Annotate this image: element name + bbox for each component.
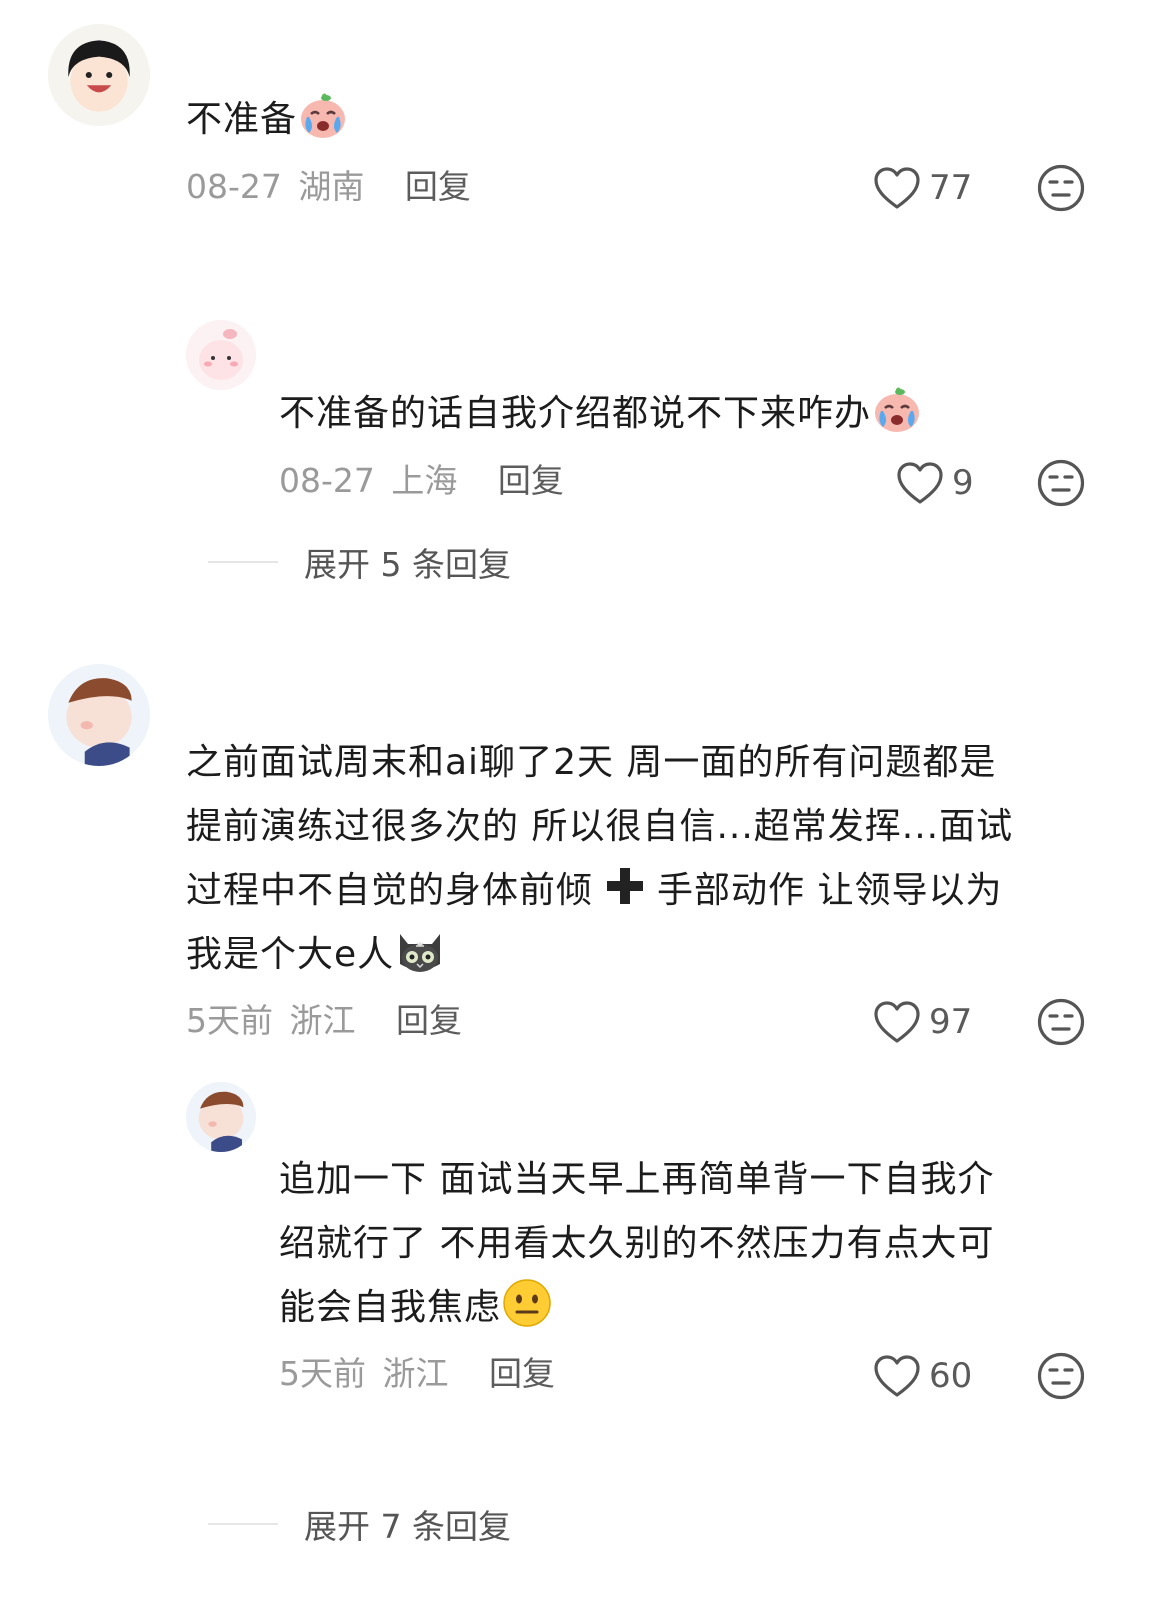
expand-replies-button[interactable]: 展开 7 条回复 xyxy=(208,1500,511,1548)
divider xyxy=(208,1523,278,1525)
like-button[interactable]: 97 xyxy=(873,1000,972,1044)
comment-meta: 5天前 浙江 回复 xyxy=(279,1354,555,1394)
neutral-face-emoji xyxy=(501,1277,553,1329)
like-count: 9 xyxy=(952,463,974,503)
comment-meta: 08-27 上海 回复 xyxy=(279,461,564,501)
crying-peach-emoji xyxy=(871,383,923,435)
like-count: 77 xyxy=(929,168,973,208)
comment-line: 绍就行了 不用看太久别的不然压力有点大可 xyxy=(279,1223,995,1264)
expand-replies-label: 展开 5 条回复 xyxy=(304,545,511,584)
dislike-button[interactable] xyxy=(1036,997,1086,1047)
avatar[interactable] xyxy=(186,320,256,390)
like-count: 60 xyxy=(929,1356,973,1396)
like-button[interactable]: 9 xyxy=(896,461,974,505)
comment-line: 手部动作 让领导以为 xyxy=(657,870,1003,911)
reply-button[interactable]: 回复 xyxy=(498,461,564,500)
crying-peach-emoji xyxy=(297,89,349,141)
comment-date: 5天前 xyxy=(186,1001,273,1040)
like-button[interactable]: 77 xyxy=(873,166,972,210)
gray-cat-emoji xyxy=(394,924,446,976)
meh-face-icon xyxy=(1036,163,1086,213)
comment-text: 不准备的话自我介绍都说不下来咋办 xyxy=(279,382,923,446)
heart-icon xyxy=(873,166,921,210)
comment-date: 08-27 xyxy=(279,461,375,500)
dislike-button[interactable] xyxy=(1036,163,1086,213)
comment-location: 浙江 xyxy=(289,1001,356,1040)
meh-face-icon xyxy=(1036,997,1086,1047)
heart-icon xyxy=(896,461,944,505)
comment-location: 上海 xyxy=(391,461,458,500)
meh-face-icon xyxy=(1036,458,1086,508)
like-count: 97 xyxy=(929,1002,973,1042)
comment-date: 08-27 xyxy=(186,167,282,206)
cartoon-boy-avatar-icon xyxy=(48,664,150,766)
expand-replies-label: 展开 7 条回复 xyxy=(304,1507,511,1546)
comment-line: 提前演练过很多次的 所以很自信...超常发挥...面试 xyxy=(186,806,1014,847)
expand-replies-button[interactable]: 展开 5 条回复 xyxy=(208,538,511,586)
comment-line: 能会自我焦虑 xyxy=(279,1287,502,1328)
dislike-button[interactable] xyxy=(1036,1351,1086,1401)
avatar[interactable] xyxy=(186,1082,256,1152)
avatar[interactable] xyxy=(48,24,150,126)
reply-button[interactable]: 回复 xyxy=(405,167,471,206)
pink-bunny-avatar-icon xyxy=(186,320,256,390)
avatar[interactable] xyxy=(48,664,150,766)
comment-meta: 08-27 湖南 回复 xyxy=(186,167,471,207)
meh-face-icon xyxy=(1036,1351,1086,1401)
heart-icon xyxy=(873,1354,921,1398)
comment-location: 湖南 xyxy=(298,167,365,206)
heavy-plus-icon xyxy=(603,864,647,908)
reply-button[interactable]: 回复 xyxy=(396,1001,462,1040)
like-button[interactable]: 60 xyxy=(873,1354,972,1398)
reply-button[interactable]: 回复 xyxy=(489,1354,555,1393)
child-avatar-icon xyxy=(48,24,150,126)
comment-text: 不准备 xyxy=(186,88,349,152)
comment-text: 追加一下 面试当天早上再简单背一下自我介 绍就行了 不用看太久别的不然压力有点大… xyxy=(279,1148,1099,1340)
comment-location: 浙江 xyxy=(382,1354,449,1393)
comment-meta: 5天前 浙江 回复 xyxy=(186,1001,462,1041)
comment-line: 之前面试周末和ai聊了2天 周一面的所有问题都是 xyxy=(186,742,997,783)
cartoon-boy-avatar-icon xyxy=(186,1082,256,1152)
comment-line: 我是个大e人 xyxy=(186,934,395,975)
heart-icon xyxy=(873,1000,921,1044)
divider xyxy=(208,561,278,563)
dislike-button[interactable] xyxy=(1036,458,1086,508)
comment-line: 过程中不自觉的身体前倾 xyxy=(186,870,594,911)
comment-date: 5天前 xyxy=(279,1354,366,1393)
comment-line: 追加一下 面试当天早上再简单背一下自我介 xyxy=(279,1159,995,1200)
comment-text: 之前面试周末和ai聊了2天 周一面的所有问题都是 提前演练过很多次的 所以很自信… xyxy=(186,731,1096,987)
